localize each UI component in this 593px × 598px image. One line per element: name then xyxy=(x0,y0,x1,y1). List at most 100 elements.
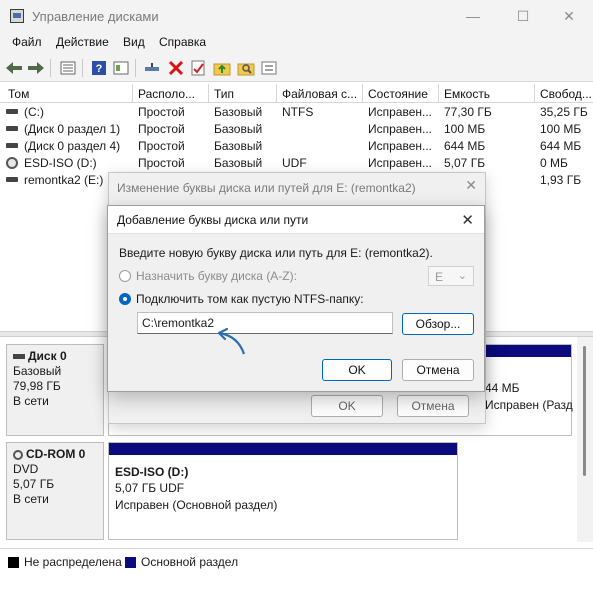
menu-action[interactable]: Действие xyxy=(56,35,109,49)
legend-label: Основной раздел xyxy=(141,555,239,569)
cancel-button[interactable]: Отмена xyxy=(397,395,469,417)
volume-name: (Диск 0 раздел 4) xyxy=(24,139,121,153)
close-button[interactable]: ✕ xyxy=(549,4,589,28)
drive-letter-value: E xyxy=(435,270,444,284)
partition-status: Исправен (Разд xyxy=(485,398,573,412)
disk-icon xyxy=(6,177,18,182)
volume-free: 644 МБ xyxy=(540,139,582,153)
cdrom-0-info[interactable]: CD-ROM 0 DVD 5,07 ГБ В сети xyxy=(6,442,104,540)
volume-name: ESD-ISO (D:) xyxy=(24,156,97,170)
partition-status: Исправен (Основной раздел) xyxy=(115,498,278,512)
assign-letter-radio[interactable] xyxy=(119,270,131,282)
volume-type: Базовый xyxy=(214,156,263,170)
list-view-icon[interactable] xyxy=(58,58,78,78)
partition-size: 5,07 ГБ UDF xyxy=(115,481,185,495)
column-free[interactable]: Свобод... xyxy=(540,87,592,101)
volume-free: 0 МБ xyxy=(540,156,568,170)
disk-management-icon xyxy=(10,9,24,23)
volume-capacity: 644 МБ xyxy=(444,139,486,153)
menu-file[interactable]: Файл xyxy=(12,35,42,49)
volume-row[interactable]: (Диск 0 раздел 4) Простой Базовый Исправ… xyxy=(0,138,593,155)
back-icon[interactable] xyxy=(4,58,24,78)
column-type[interactable]: Тип xyxy=(214,87,234,101)
mount-folder-radio[interactable] xyxy=(119,293,131,305)
volume-layout: Простой xyxy=(138,105,185,119)
column-filesystem[interactable]: Файловая с... xyxy=(282,87,357,101)
volume-row[interactable]: (Диск 0 раздел 1) Простой Базовый Исправ… xyxy=(0,121,593,138)
volume-row[interactable]: (C:) Простой Базовый NTFS Исправен... 77… xyxy=(0,104,593,121)
volume-list-header: Том Располо... Тип Файловая с... Состоян… xyxy=(0,84,593,103)
dialog-title: Добавление буквы диска или пути xyxy=(117,213,309,227)
drive-letter-select[interactable]: E ⌄ xyxy=(428,266,474,286)
disk-icon xyxy=(6,126,18,131)
column-divider[interactable] xyxy=(276,84,277,103)
volume-status: Исправен... xyxy=(368,122,433,136)
delete-icon[interactable] xyxy=(166,58,186,78)
legend-swatch-primary xyxy=(125,557,136,568)
disk-0-info[interactable]: Диск 0 Базовый 79,98 ГБ В сети xyxy=(6,344,104,436)
column-layout[interactable]: Располо... xyxy=(138,87,195,101)
volume-capacity: 100 МБ xyxy=(444,122,486,136)
column-divider[interactable] xyxy=(132,84,133,103)
legend: Не распределена Основной раздел xyxy=(0,548,593,574)
column-volume[interactable]: Том xyxy=(8,87,29,101)
console-icon[interactable] xyxy=(111,58,131,78)
cdrom-0-type: DVD xyxy=(13,462,39,476)
connect-icon[interactable] xyxy=(142,58,162,78)
options-icon[interactable] xyxy=(259,58,279,78)
folder-path-input[interactable]: C:\remontka2 xyxy=(137,312,393,334)
dialog-prompt: Введите новую букву диска или путь для E… xyxy=(119,246,433,260)
column-divider[interactable] xyxy=(534,84,535,103)
cdrom-0-partition[interactable]: ESD-ISO (D:) 5,07 ГБ UDF Исправен (Основ… xyxy=(108,442,458,540)
volume-free: 100 МБ xyxy=(540,122,582,136)
disk-icon xyxy=(6,109,18,114)
volume-free: 1,93 ГБ xyxy=(540,173,582,187)
cdrom-0-state: В сети xyxy=(13,492,49,506)
forward-icon[interactable] xyxy=(26,58,46,78)
scrollbar-thumb[interactable] xyxy=(583,346,586,476)
cdrom-0-size: 5,07 ГБ xyxy=(13,477,55,491)
volume-status: Исправен... xyxy=(368,156,433,170)
assign-letter-label: Назначить букву диска (A-Z): xyxy=(136,269,297,283)
column-status[interactable]: Состояние xyxy=(368,87,428,101)
volume-name: remontka2 (E:) xyxy=(24,173,104,187)
volume-type: Базовый xyxy=(214,105,263,119)
menu-view[interactable]: Вид xyxy=(123,35,145,49)
properties-icon[interactable] xyxy=(188,58,208,78)
help-icon[interactable]: ? xyxy=(89,58,109,78)
dialog-titlebar: Добавление буквы диска или пути ✕ xyxy=(108,206,484,234)
menu-help[interactable]: Справка xyxy=(159,35,206,49)
cancel-button[interactable]: Отмена xyxy=(402,359,474,381)
dialog-title: Изменение буквы диска или путей для E: (… xyxy=(117,181,416,195)
disk-icon xyxy=(13,354,25,360)
close-icon[interactable]: ✕ xyxy=(461,211,474,229)
toolbar-separator xyxy=(82,59,83,77)
volume-capacity: 77,30 ГБ xyxy=(444,105,492,119)
volume-type: Базовый xyxy=(214,122,263,136)
column-capacity[interactable]: Емкость xyxy=(444,87,490,101)
up-folder-icon[interactable] xyxy=(212,58,232,78)
column-divider[interactable] xyxy=(208,84,209,103)
minimize-button[interactable]: — xyxy=(453,4,493,28)
volume-layout: Простой xyxy=(138,139,185,153)
close-icon[interactable]: ✕ xyxy=(465,177,477,194)
volume-layout: Простой xyxy=(138,122,185,136)
cd-icon xyxy=(13,449,23,460)
column-divider[interactable] xyxy=(362,84,363,103)
volume-name: (Диск 0 раздел 1) xyxy=(24,122,121,136)
chevron-down-icon: ⌄ xyxy=(457,270,467,282)
column-divider[interactable] xyxy=(438,84,439,103)
ok-button[interactable]: OK xyxy=(311,395,383,417)
volume-filesystem: NTFS xyxy=(282,105,314,119)
partition-name: ESD-ISO (D:) xyxy=(115,465,189,479)
volume-free: 35,25 ГБ xyxy=(540,105,588,119)
search-icon[interactable] xyxy=(236,58,256,78)
legend-label: Не распределена xyxy=(24,555,122,569)
toolbar: ? xyxy=(0,54,593,82)
volume-row[interactable]: ESD-ISO (D:) Простой Базовый UDF Исправе… xyxy=(0,155,593,172)
maximize-button[interactable]: ☐ xyxy=(503,4,543,28)
menu-bar: Файл Действие Вид Справка xyxy=(0,32,593,54)
annotation-arrow xyxy=(217,327,246,355)
ok-button[interactable]: OK xyxy=(322,359,392,381)
browse-button[interactable]: Обзор... xyxy=(402,313,474,335)
